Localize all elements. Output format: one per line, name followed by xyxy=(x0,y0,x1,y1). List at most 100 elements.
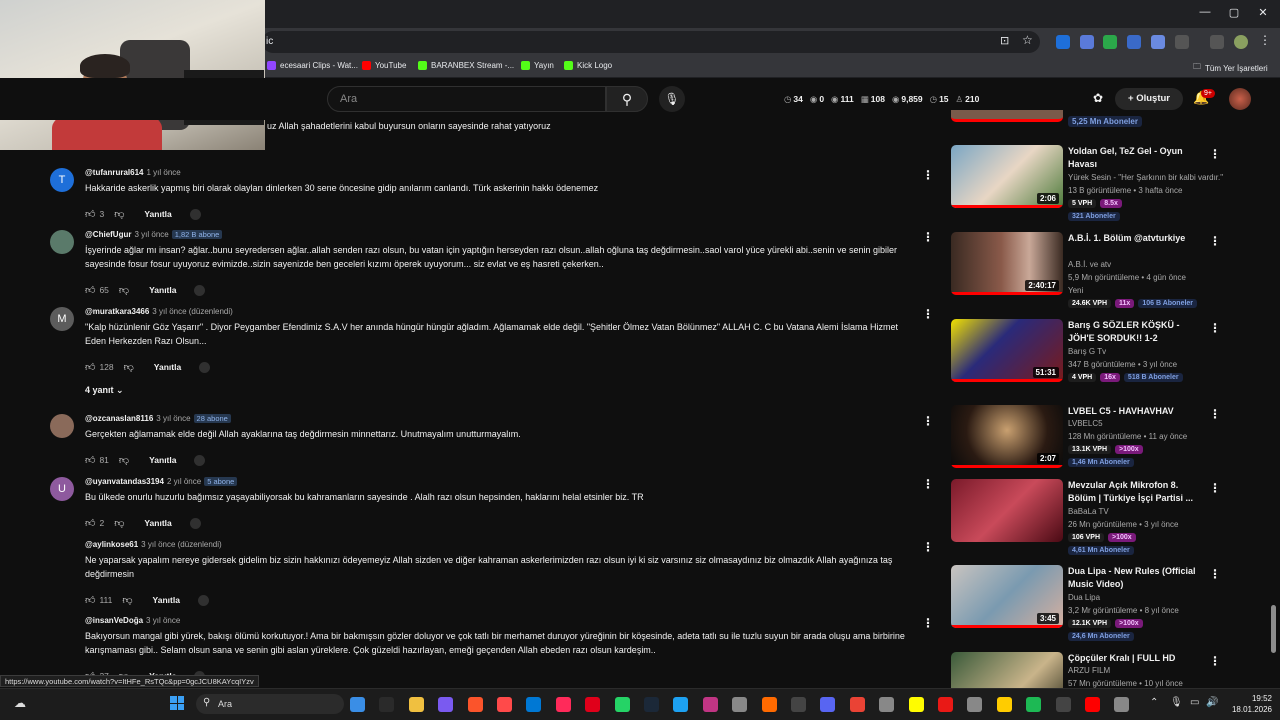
comment-menu-icon[interactable]: ⋮ xyxy=(922,616,934,630)
dislike-icon[interactable]: 👎︎ xyxy=(122,594,132,606)
taskbar-app-icon[interactable] xyxy=(615,697,630,712)
recommended-video[interactable]: 3:45 Dua Lipa - New Rules (Official Music… xyxy=(951,565,1271,641)
video-title[interactable]: Yoldan Gel, TeZ Gel - Oyun Havası xyxy=(1068,145,1208,171)
commenter-avatar[interactable] xyxy=(50,414,74,438)
comment-time[interactable]: 3 yıl önce xyxy=(156,414,190,423)
taskbar-app-icon[interactable] xyxy=(850,697,865,712)
reply-button[interactable]: Yanıtla xyxy=(149,285,176,295)
taskbar-app-icon[interactable] xyxy=(526,697,541,712)
dislike-icon[interactable]: 👎︎ xyxy=(114,517,124,529)
video-title[interactable]: Dua Lipa - New Rules (Official Music Vid… xyxy=(1068,565,1208,591)
taskbar-app-icon[interactable] xyxy=(644,697,659,712)
search-input[interactable]: Ara xyxy=(327,86,606,112)
comment-time[interactable]: 1 yıl önce xyxy=(146,168,180,177)
video-title[interactable]: LVBEL C5 - HAVHAVHAV xyxy=(1068,405,1208,418)
create-button[interactable]: + Oluştur xyxy=(1115,88,1183,110)
taskbar-clock[interactable]: 19:52 18.01.2026 xyxy=(1222,693,1272,715)
like-icon[interactable]: 👍︎ xyxy=(85,361,95,373)
bookmark-item[interactable]: Yayın xyxy=(521,61,554,70)
reply-button[interactable]: Yanıtla xyxy=(144,518,171,528)
taskbar-app-icon[interactable] xyxy=(350,697,365,712)
comment-menu-icon[interactable]: ⋮ xyxy=(922,307,934,321)
channel-name[interactable]: Yürek Sesin - "Her Şarkının bir kalbi va… xyxy=(1068,173,1223,182)
taskbar-app-icon[interactable] xyxy=(703,697,718,712)
taskbar-app-icon[interactable] xyxy=(1026,697,1041,712)
video-menu-icon[interactable]: ⋮ xyxy=(1209,654,1221,668)
taskbar-app-icon[interactable] xyxy=(1085,697,1100,712)
comment-author[interactable]: @muratkara3466 xyxy=(85,307,149,316)
extension-icon[interactable] xyxy=(1056,35,1070,49)
like-icon[interactable]: 👍︎ xyxy=(85,594,95,606)
taskbar-app-icon[interactable] xyxy=(556,697,571,712)
taskbar-app-icon[interactable] xyxy=(497,697,512,712)
taskbar-app-icon[interactable] xyxy=(409,697,424,712)
channel-name[interactable]: LVBELC5 xyxy=(1068,419,1103,428)
minimize-icon[interactable]: — xyxy=(1197,6,1213,18)
start-windows-icon[interactable] xyxy=(170,696,184,710)
like-icon[interactable]: 👍︎ xyxy=(85,517,95,529)
taskbar-search-input[interactable]: Ara xyxy=(196,694,344,714)
taskbar-app-icon[interactable] xyxy=(468,697,483,712)
voice-search-button[interactable]: 🎙 xyxy=(659,86,685,112)
extension-icon[interactable] xyxy=(1151,35,1165,49)
widgets-icon[interactable]: ☁ xyxy=(14,696,26,710)
comment-author[interactable]: @uyanvatandas3194 xyxy=(85,477,164,486)
comment-menu-icon[interactable]: ⋮ xyxy=(922,168,934,182)
recommended-video[interactable]: 2:06 Yoldan Gel, TeZ Gel - Oyun Havası Yür… xyxy=(951,145,1271,221)
search-button[interactable]: ⚲ xyxy=(606,86,648,112)
dislike-icon[interactable]: 👎︎ xyxy=(119,284,129,296)
extensions-puzzle-icon[interactable] xyxy=(1175,35,1189,49)
bookmark-item[interactable]: BARANBEX Stream -... xyxy=(418,61,514,70)
comment-time[interactable]: 3 yıl önce xyxy=(134,230,168,239)
profile-icon[interactable] xyxy=(1234,35,1248,49)
video-menu-icon[interactable]: ⋮ xyxy=(1209,147,1221,161)
comment-menu-icon[interactable]: ⋮ xyxy=(922,540,934,554)
taskbar-app-icon[interactable] xyxy=(791,697,806,712)
video-thumbnail[interactable]: 3:45 xyxy=(951,565,1063,628)
show-replies-button[interactable]: 4 yanıt ⌄ xyxy=(85,385,124,396)
volume-icon[interactable]: 🔊 xyxy=(1206,697,1218,708)
dislike-icon[interactable]: 👎︎ xyxy=(119,454,129,466)
video-menu-icon[interactable]: ⋮ xyxy=(1209,234,1221,248)
maximize-icon[interactable]: ▢ xyxy=(1226,6,1242,19)
channel-name[interactable]: Dua Lipa xyxy=(1068,593,1100,602)
microphone-tray-icon[interactable]: 🎙 xyxy=(1170,697,1183,708)
monitor-tray-icon[interactable]: ▭ xyxy=(1190,697,1199,708)
comment-time[interactable]: 3 yıl önce (düzenlendi) xyxy=(141,540,222,549)
taskbar-app-icon[interactable] xyxy=(997,697,1012,712)
video-thumbnail-partial[interactable] xyxy=(951,110,1063,122)
recommended-video[interactable]: Mevzular Açık Mikrofon 8. Bölüm | Türkiy… xyxy=(951,479,1271,555)
taskbar-app-icon[interactable] xyxy=(762,697,777,712)
install-app-icon[interactable]: ⊡ xyxy=(1000,34,1009,47)
comment-author[interactable]: @insanVeDoğa xyxy=(85,616,143,625)
commenter-avatar[interactable] xyxy=(50,230,74,254)
comment-author[interactable]: @aylinkose61 xyxy=(85,540,138,549)
address-bar[interactable] xyxy=(262,31,1040,53)
reply-button[interactable]: Yanıtla xyxy=(154,362,181,372)
all-bookmarks-folder[interactable]: 🗀 Tüm Yer İşaretleri xyxy=(1193,61,1268,75)
taskbar-app-icon[interactable] xyxy=(909,697,924,712)
bookmark-item[interactable]: ecesaari Clips - Wat... xyxy=(267,61,358,70)
recommended-video[interactable]: 2:07 LVBEL C5 - HAVHAVHAV LVBELC5 128 Mn gö… xyxy=(951,405,1271,475)
extension-gear-icon[interactable]: ✿ xyxy=(1093,91,1103,105)
video-title[interactable]: Mevzular Açık Mikrofon 8. Bölüm | Türkiy… xyxy=(1068,479,1208,505)
taskbar-app-icon[interactable] xyxy=(673,697,688,712)
commenter-avatar[interactable]: T xyxy=(50,168,74,192)
comment-menu-icon[interactable]: ⋮ xyxy=(922,414,934,428)
channel-name[interactable]: ARZU FILM xyxy=(1068,666,1110,675)
browser-menu-icon[interactable]: ⋮ xyxy=(1259,33,1271,47)
video-menu-icon[interactable]: ⋮ xyxy=(1209,481,1221,495)
taskbar-app-icon[interactable] xyxy=(438,697,453,712)
comment-author[interactable]: @ChiefUgur xyxy=(85,230,131,239)
taskbar-app-icon[interactable] xyxy=(379,697,394,712)
video-thumbnail[interactable]: 51:31 xyxy=(951,319,1063,382)
commenter-avatar[interactable]: U xyxy=(50,477,74,501)
comment-time[interactable]: 3 yıl önce xyxy=(146,616,180,625)
video-thumbnail[interactable]: 2:07 xyxy=(951,405,1063,468)
taskbar-app-icon[interactable] xyxy=(1056,697,1071,712)
reply-button[interactable]: Yanıtla xyxy=(144,209,171,219)
page-scrollbar[interactable] xyxy=(1271,605,1276,653)
video-thumbnail[interactable]: 2:06 xyxy=(951,145,1063,208)
video-menu-icon[interactable]: ⋮ xyxy=(1209,567,1221,581)
tab-search-icon[interactable] xyxy=(1210,35,1224,49)
